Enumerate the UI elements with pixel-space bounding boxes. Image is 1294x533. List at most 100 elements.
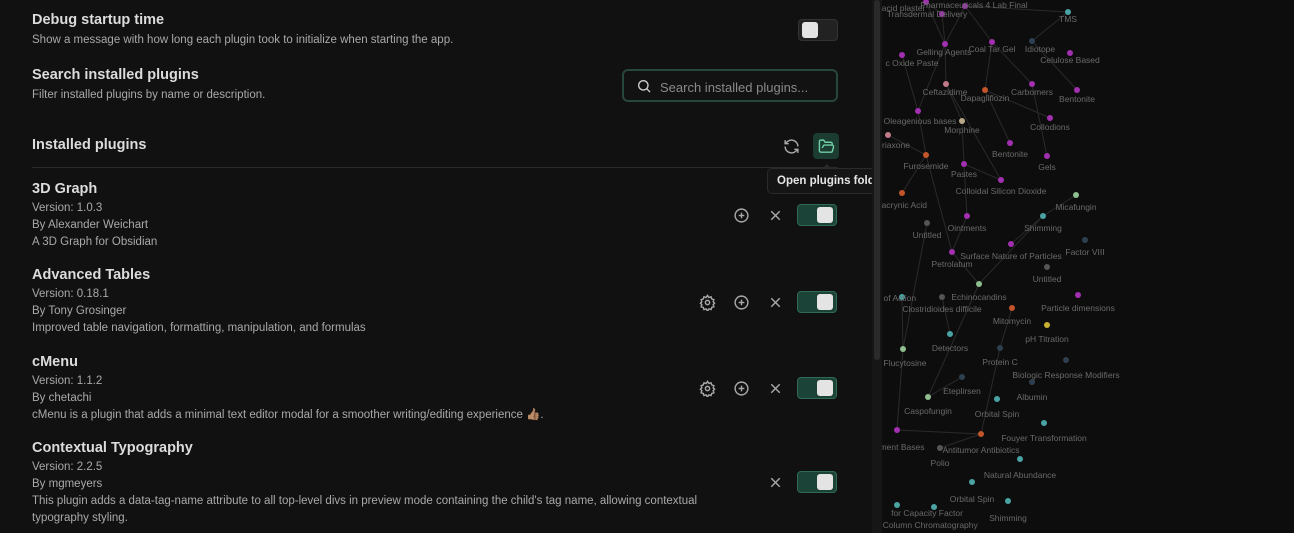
graph-node[interactable]	[949, 249, 955, 255]
graph-node[interactable]	[900, 346, 906, 352]
plugin-hotkeys-button[interactable]	[730, 377, 752, 399]
divider	[32, 167, 838, 168]
graph-node-label: Fouyer Transformation	[1001, 433, 1087, 443]
graph-node[interactable]	[1073, 192, 1079, 198]
graph-node-label: Celulose Based	[1040, 55, 1100, 65]
graph-node[interactable]	[959, 118, 965, 124]
graph-node[interactable]	[964, 213, 970, 219]
uninstall-plugin-button[interactable]	[764, 291, 786, 313]
toggle-knob	[817, 294, 833, 310]
open-plugins-folder-button[interactable]	[813, 133, 839, 159]
gear-icon	[698, 293, 716, 311]
graph-node[interactable]	[1041, 420, 1047, 426]
graph-node-label: Colloidal Silicon Dioxide	[956, 186, 1047, 196]
uninstall-plugin-button[interactable]	[764, 204, 786, 226]
graph-node[interactable]	[885, 132, 891, 138]
folder-open-icon	[818, 138, 834, 153]
plugin-enable-toggle[interactable]	[797, 291, 837, 313]
graph-node[interactable]	[899, 190, 905, 196]
graph-node[interactable]	[937, 445, 943, 451]
graph-edge	[951, 215, 968, 253]
uninstall-plugin-button[interactable]	[764, 377, 786, 399]
plugin-author: By Alexander Weichart	[32, 219, 149, 231]
graph-node[interactable]	[925, 394, 931, 400]
plugin-enable-toggle[interactable]	[797, 471, 837, 493]
search-installed-plugins-input[interactable]	[658, 77, 832, 97]
graph-node-label: Natural Abundance	[984, 470, 1057, 480]
graph-node-label: Protein C	[982, 357, 1017, 367]
graph-node[interactable]	[969, 479, 975, 485]
graph-node-label: Biologic Response Modifiers	[1012, 370, 1119, 380]
graph-node-label: Dapagliflozin	[961, 93, 1010, 103]
graph-view[interactable]: Salicylic acid plasterPharmaceuticals 4 …	[882, 0, 1294, 533]
debug-startup-toggle[interactable]	[798, 19, 838, 41]
graph-node-label: Petrolatum	[931, 259, 972, 269]
graph-node-label: nacrynic Acid	[882, 200, 927, 210]
plugin-settings-button[interactable]	[696, 291, 718, 313]
graph-node-label: pH Titration	[1025, 334, 1069, 344]
graph-node[interactable]	[1007, 140, 1013, 146]
graph-node-label: Gelling Agents	[917, 47, 972, 57]
graph-node-label: ism of Action	[882, 293, 916, 303]
graph-node[interactable]	[1063, 357, 1069, 363]
graph-node[interactable]	[959, 374, 965, 380]
uninstall-plugin-button[interactable]	[764, 471, 786, 493]
scrollbar-thumb[interactable]	[874, 0, 880, 360]
plugin-enable-toggle[interactable]	[797, 204, 837, 226]
graph-node-label: Eteplirsen	[943, 386, 981, 396]
graph-node[interactable]	[997, 345, 1003, 351]
graph-node[interactable]	[1040, 213, 1046, 219]
graph-node[interactable]	[1008, 241, 1014, 247]
graph-node[interactable]	[894, 427, 900, 433]
plugin-version: Version: 2.2.5	[32, 461, 103, 473]
plugin-hotkeys-button[interactable]	[730, 291, 752, 313]
graph-node[interactable]	[994, 396, 1000, 402]
scrollbar[interactable]	[872, 0, 882, 533]
reload-plugins-button[interactable]	[780, 135, 802, 157]
graph-node[interactable]	[1044, 264, 1050, 270]
graph-node-label: Furosemide	[904, 161, 949, 171]
plugin-enable-toggle[interactable]	[797, 377, 837, 399]
graph-node[interactable]	[939, 294, 945, 300]
graph-node[interactable]	[1009, 305, 1015, 311]
search-installed-plugins-field[interactable]	[622, 69, 838, 102]
graph-node-label: Albumin	[1017, 392, 1048, 402]
graph-node-label: Ointments	[948, 223, 987, 233]
graph-node-label: Transdermal Delivery	[887, 9, 968, 19]
graph-node-label: Polio	[931, 458, 950, 468]
close-icon	[770, 383, 780, 393]
graph-node[interactable]	[915, 108, 921, 114]
graph-node[interactable]	[931, 504, 937, 510]
add-hotkey-icon	[733, 294, 749, 310]
graph-node-label: Shimming	[1024, 223, 1062, 233]
graph-node[interactable]	[1044, 153, 1050, 159]
plugin-description: A 3D Graph for Obsidian	[32, 236, 158, 248]
graph-node[interactable]	[1074, 87, 1080, 93]
search-icon	[638, 80, 651, 93]
toggle-knob	[817, 207, 833, 223]
graph-node[interactable]	[978, 431, 984, 437]
graph-node[interactable]	[1029, 379, 1035, 385]
plugin-description: cMenu is a plugin that adds a minimal te…	[32, 409, 544, 421]
graph-node-label: Micafungin	[1055, 202, 1096, 212]
graph-node[interactable]	[998, 177, 1004, 183]
graph-node[interactable]	[1075, 292, 1081, 298]
plugin-hotkeys-button[interactable]	[730, 204, 752, 226]
plugin-description: This plugin adds a data-tag-name attribu…	[32, 495, 698, 524]
graph-node[interactable]	[923, 152, 929, 158]
graph-node[interactable]	[1017, 456, 1023, 462]
graph-node[interactable]	[1047, 115, 1053, 121]
graph-node-label: Echinocandins	[951, 292, 1006, 302]
graph-node[interactable]	[947, 331, 953, 337]
graph-node-label: riaxone	[882, 140, 910, 150]
graph-node[interactable]	[1005, 498, 1011, 504]
plugin-item: Contextual Typography Version: 2.2.5 By …	[32, 440, 702, 527]
graph-node[interactable]	[1082, 237, 1088, 243]
graph-node[interactable]	[961, 161, 967, 167]
graph-canvas[interactable]: Salicylic acid plasterPharmaceuticals 4 …	[882, 0, 1294, 533]
graph-node[interactable]	[1044, 322, 1050, 328]
plugin-settings-button[interactable]	[696, 377, 718, 399]
graph-node[interactable]	[976, 281, 982, 287]
plugin-name: Contextual Typography	[32, 440, 193, 456]
graph-node[interactable]	[924, 220, 930, 226]
